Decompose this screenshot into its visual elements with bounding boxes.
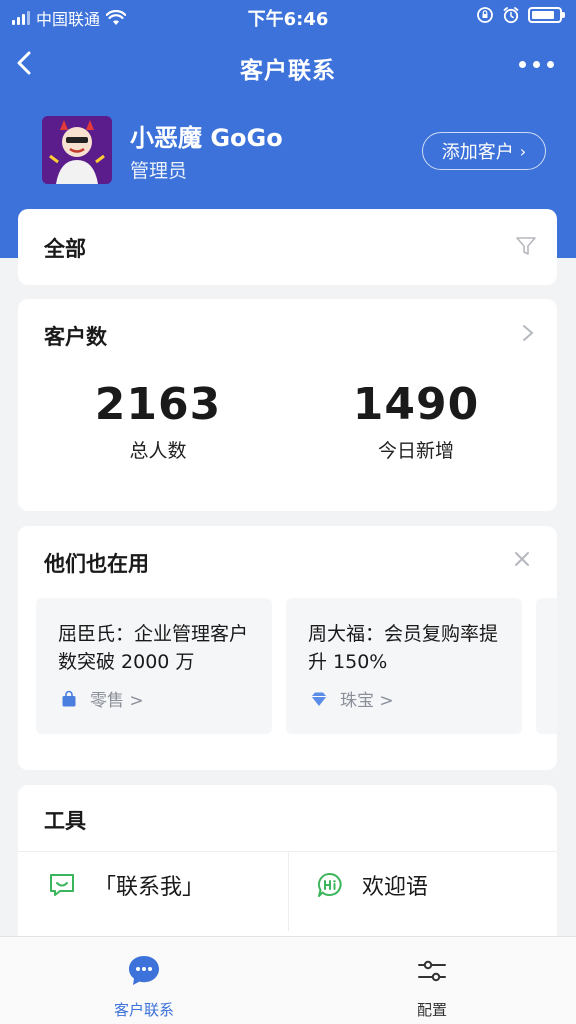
- customer-count-title: 客户数: [44, 325, 107, 349]
- battery-level: [532, 11, 554, 19]
- today-new-stat: 1490 今日新增: [306, 379, 526, 463]
- add-customer-label: 添加客户: [441, 142, 514, 163]
- diamond-icon: [311, 692, 327, 706]
- hi-bubble-icon: [317, 873, 342, 897]
- they-also-use-card: 他们也在用 屈臣氏：企业管理客户数突破 2000 万 零售 > 周大福：会员复购…: [18, 526, 557, 770]
- customer-count-card[interactable]: 客户数 2163 总人数 1490 今日新增: [18, 299, 557, 511]
- shopping-bag-icon: [62, 690, 76, 706]
- customer-contact-page: 中国联通 下午6:46 客户联系 小恶魔 GoGo 管理员 添加客户 › 全部 …: [0, 0, 576, 1024]
- case-tag-label: 零售 >: [90, 691, 144, 711]
- profile-header: 小恶魔 GoGo 管理员 添加客户 ›: [42, 116, 546, 186]
- chevron-right-icon: ›: [519, 141, 527, 161]
- case-tag[interactable]: 珠宝 >: [310, 686, 394, 711]
- they-also-use-title: 他们也在用: [44, 552, 149, 576]
- more-icon[interactable]: [519, 61, 554, 68]
- tool-welcome-message-label: 欢迎语: [362, 875, 429, 900]
- nav-bar: 客户联系: [0, 34, 576, 96]
- tool-contact-me[interactable]: 「联系我」: [48, 869, 204, 901]
- profile-name: 小恶魔 GoGo: [130, 124, 283, 152]
- case-tag[interactable]: 零售 >: [60, 686, 144, 711]
- tab-config[interactable]: 配置: [352, 953, 512, 1020]
- case-card[interactable]: 屈臣氏：企业管理客户数突破 2000 万 零售 >: [36, 598, 272, 734]
- tab-config-label: 配置: [416, 1001, 447, 1019]
- case-tag-label: 珠宝 >: [340, 691, 394, 711]
- today-new-value: 1490: [352, 379, 480, 430]
- chat-smile-icon: [50, 874, 74, 896]
- tool-welcome-message[interactable]: 欢迎语: [316, 869, 428, 901]
- today-new-label: 今日新增: [377, 440, 454, 462]
- tab-customer-contact-label: 客户联系: [113, 1001, 174, 1019]
- total-count-stat: 2163 总人数: [48, 379, 268, 463]
- tool-contact-me-label: 「联系我」: [94, 875, 205, 900]
- sliders-icon: [418, 960, 446, 982]
- case-title: 屈臣氏：企业管理客户数突破 2000 万: [58, 623, 249, 673]
- tab-customer-contact[interactable]: 客户联系: [64, 953, 224, 1020]
- alarm-icon: [503, 7, 519, 24]
- close-icon[interactable]: [513, 550, 531, 568]
- status-right: [476, 6, 565, 24]
- tools-card: 工具 「联系我」 欢迎语: [18, 785, 557, 945]
- devil-avatar-image: [42, 116, 112, 184]
- total-count-label: 总人数: [129, 440, 187, 462]
- divider: [288, 851, 289, 931]
- filter-label: 全部: [44, 237, 86, 261]
- chat-bubble-icon: [129, 956, 159, 985]
- case-card[interactable]: 周大福：会员复购率提升 150% 珠宝 >: [286, 598, 522, 734]
- battery-icon: [528, 7, 565, 23]
- filter-icon[interactable]: [515, 235, 537, 257]
- tab-bar: 客户联系 配置: [0, 936, 576, 1024]
- total-count-value: 2163: [94, 379, 222, 430]
- profile-role: 管理员: [130, 160, 188, 182]
- rotation-lock-icon: [477, 7, 493, 23]
- filter-card[interactable]: 全部: [18, 209, 557, 285]
- add-customer-button[interactable]: 添加客户 ›: [422, 132, 546, 170]
- tools-title: 工具: [44, 809, 86, 833]
- avatar[interactable]: [42, 116, 112, 184]
- page-title: 客户联系: [240, 58, 336, 84]
- status-bar: 中国联通 下午6:46: [0, 0, 576, 34]
- case-title: 周大福：会员复购率提升 150%: [308, 623, 499, 673]
- case-card-partial[interactable]: [536, 598, 557, 734]
- chevron-right-icon[interactable]: [521, 323, 535, 343]
